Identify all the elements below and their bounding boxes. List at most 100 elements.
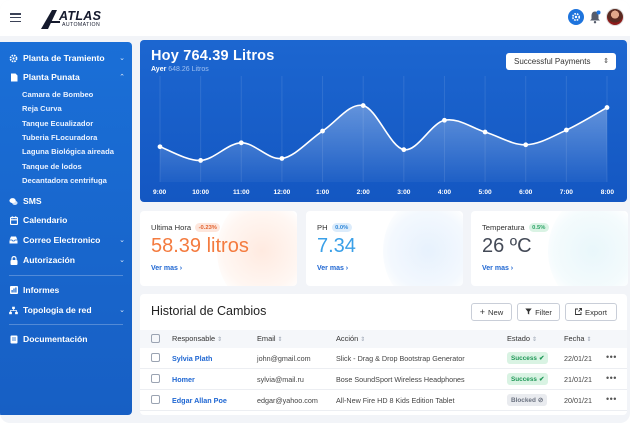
brand-name: ATLAS	[59, 9, 102, 23]
table-row[interactable]: Edgar Allan Poe edgar@yahoo.com All-New …	[140, 390, 627, 411]
new-button[interactable]: + New	[471, 303, 512, 321]
sidebar-subitem-camara-bombeo[interactable]: Camara de Bombeo	[22, 90, 93, 99]
stat-value: 26 ºC	[482, 235, 532, 257]
table-title: Historial de Cambios	[151, 304, 267, 318]
chart-point[interactable]	[279, 156, 285, 161]
x-tick-label: 5:00	[478, 189, 492, 196]
action-cell: All-New Fire HD 8 Kids Edition Tablet	[336, 396, 455, 405]
subtitle-value: 648.26 Litros	[168, 66, 209, 73]
header-label: Acción	[336, 334, 359, 343]
sidebar-item-label: Planta de Tramiento	[23, 53, 105, 63]
sidebar-item-calendario[interactable]: Calendario	[9, 213, 125, 227]
stat-label-text: Temperatura	[482, 223, 525, 232]
chart-area-fill	[160, 105, 607, 182]
change-history-card: Historial de Cambios + New Filter Export…	[140, 294, 627, 415]
stat-label-text: PH	[317, 223, 328, 232]
ver-mas-link[interactable]: Ver mas ›	[151, 265, 182, 272]
chart-point[interactable]	[360, 103, 366, 108]
table-header: Responsable ⇕ Email ⇕ Acción ⇕ Estado ⇕ Fech…	[140, 330, 627, 348]
header-label: Responsable	[172, 334, 216, 343]
sidebar-subitem-tanque-lodos[interactable]: Tanque de lodos	[22, 162, 82, 171]
sidebar: Planta de Tramiento ⌄ Planta Punata ⌃ Ca…	[0, 42, 132, 415]
column-header-responsable[interactable]: Responsable ⇕	[172, 334, 222, 343]
sidebar-item-label: Calendario	[23, 215, 68, 225]
top-bar: ATLAS AUTOMATION	[0, 0, 630, 36]
sidebar-item-correo[interactable]: Correo Electronico ⌄	[9, 233, 125, 247]
sidebar-subitem-tuberia-flocuradora[interactable]: Tuberia FLocuradora	[22, 133, 97, 142]
stat-change-badge: 0.5%	[528, 223, 549, 232]
column-header-accion[interactable]: Acción ⇕	[336, 334, 365, 343]
status-label: Success	[511, 354, 537, 362]
payments-select[interactable]: Successful Payments ⇕	[506, 53, 616, 70]
brand-logo[interactable]: ATLAS AUTOMATION	[40, 8, 110, 30]
sidebar-item-planta-punata[interactable]: Planta Punata ⌃	[9, 70, 125, 84]
brand-tagline: AUTOMATION	[62, 22, 101, 28]
menu-icon[interactable]	[10, 13, 21, 23]
sidebar-subitem-laguna-biologica[interactable]: Laguna Biológica aireada	[22, 147, 114, 156]
sidebar-item-label: Documentación	[23, 334, 88, 344]
inbox-icon	[9, 236, 18, 245]
more-options-icon[interactable]: •••	[606, 373, 617, 383]
action-cell: Slick - Drag & Drop Bootstrap Generator	[336, 354, 465, 363]
ver-mas-link[interactable]: Ver mas ›	[482, 265, 513, 272]
chart-point[interactable]	[604, 105, 610, 110]
chart-point[interactable]	[563, 127, 569, 133]
ver-mas-link[interactable]: Ver mas ›	[317, 265, 348, 272]
x-tick-label: 9:00	[153, 189, 167, 196]
sort-icon: ⇕	[277, 337, 283, 343]
chart-point[interactable]	[401, 147, 407, 153]
column-header-email[interactable]: Email ⇕	[257, 334, 283, 343]
header-label: Email	[257, 334, 276, 343]
sidebar-item-documentacion[interactable]: Documentación	[9, 332, 125, 346]
email-cell: edgar@yahoo.com	[257, 396, 318, 405]
sidebar-item-topologia[interactable]: Topologia de red ⌄	[9, 303, 125, 317]
x-tick-label: 6:00	[519, 189, 533, 196]
sidebar-subitem-tanque-ecualizador[interactable]: Tanque Ecualizador	[22, 119, 93, 128]
sidebar-subitem-reja-curva[interactable]: Reja Curva	[22, 104, 62, 113]
stat-label: PH 0.0%	[317, 223, 352, 232]
column-header-fecha[interactable]: Fecha ⇕	[564, 334, 592, 343]
more-options-icon[interactable]: •••	[606, 394, 617, 404]
sidebar-item-planta-tramiento[interactable]: Planta de Tramiento ⌄	[9, 51, 125, 65]
export-button[interactable]: Export	[565, 303, 617, 321]
table-row[interactable]: Sylvia Plath john@gmail.com Slick - Drag…	[140, 348, 627, 369]
bell-icon[interactable]	[589, 10, 601, 24]
table-row[interactable]: Homer sylvia@mail.ru Bose SoundSport Wir…	[140, 369, 627, 390]
chart-point[interactable]	[198, 158, 204, 163]
status-badge: Success ✔	[507, 352, 549, 364]
chart-point[interactable]	[320, 128, 325, 134]
x-tick-label: 2:00	[357, 189, 371, 196]
calendar-icon	[9, 215, 18, 225]
chart-point[interactable]	[238, 140, 244, 146]
filter-icon	[525, 308, 532, 317]
sidebar-item-sms[interactable]: SMS	[9, 194, 125, 208]
stat-label: Temperatura 0.5%	[482, 223, 549, 232]
chart-point[interactable]	[482, 129, 488, 135]
responsable-cell[interactable]: Sylvia Plath	[172, 354, 212, 363]
gear-icon[interactable]	[568, 9, 584, 25]
blocked-icon: ⊘	[537, 397, 544, 404]
more-options-icon[interactable]: •••	[606, 352, 617, 362]
column-header-estado[interactable]: Estado ⇕	[507, 334, 537, 343]
stat-change-badge: 0.0%	[331, 223, 352, 232]
export-icon	[575, 307, 582, 317]
chart-point[interactable]	[523, 142, 529, 148]
row-checkbox[interactable]	[151, 353, 160, 362]
responsable-cell[interactable]: Edgar Allan Poe	[172, 396, 227, 405]
select-all-checkbox[interactable]	[151, 334, 160, 343]
chevron-down-icon: ⌄	[119, 257, 125, 264]
chart-point[interactable]	[442, 117, 447, 123]
chart-point[interactable]	[157, 144, 163, 150]
sidebar-subitem-decantadora[interactable]: Decantadora centrifuga	[22, 176, 107, 185]
user-avatar[interactable]	[606, 8, 624, 26]
sidebar-item-informes[interactable]: Informes	[9, 283, 125, 297]
responsable-cell[interactable]: Homer	[172, 375, 195, 384]
chevron-down-icon: ⌄	[119, 55, 125, 62]
email-cell: sylvia@mail.ru	[257, 375, 304, 384]
sidebar-item-autorizacion[interactable]: Autorización ⌄	[9, 253, 125, 267]
row-checkbox[interactable]	[151, 374, 160, 383]
date-cell: 22/01/21	[564, 354, 592, 363]
row-checkbox[interactable]	[151, 395, 160, 404]
action-cell: Bose SoundSport Wireless Headphones	[336, 375, 465, 384]
filter-button[interactable]: Filter	[517, 303, 560, 321]
